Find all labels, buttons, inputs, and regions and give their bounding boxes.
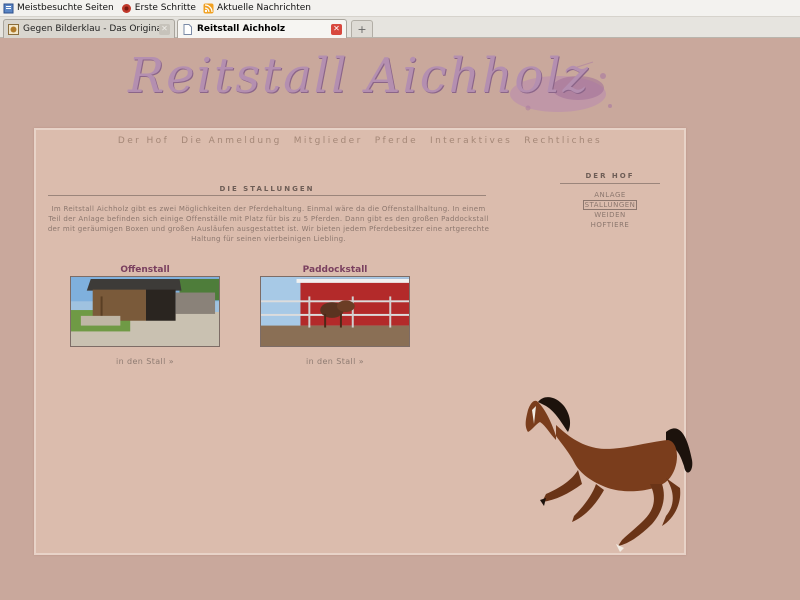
close-tab-icon[interactable]: ✕ [331,23,342,35]
firefox-icon [121,3,131,13]
stall-card-paddockstall: Paddockstall in den Stall » [259,265,411,366]
stall-link[interactable]: in den Stall » [69,357,221,366]
offenstall-photo[interactable] [70,276,220,347]
nav-item-der-hof[interactable]: Der Hof [118,136,169,146]
sidebar-item-stallungen: STALLUNGEN [560,200,660,210]
bookmark-getting-started[interactable]: Erste Schritte [121,3,196,14]
bookmark-label: Meistbesuchte Seiten [17,3,114,13]
tab-bar: Gegen Bilderklau - Das Original | Bewer.… [0,17,800,38]
bookmark-label: Aktuelle Nachrichten [216,3,311,13]
site-logo: Reitstall Aichholz [128,48,612,122]
stall-title: Offenstall [120,265,170,275]
close-tab-icon[interactable]: ✕ [159,23,170,35]
logo-text: Reitstall Aichholz [128,48,590,104]
nav-item-die-anmeldung[interactable]: Die Anmeldung [181,136,282,146]
sidebar-item-weiden: WEIDEN [560,210,660,220]
sidebar-link-hoftiere[interactable]: HOFTIERE [591,221,630,229]
tab-bilderklau[interactable]: Gegen Bilderklau - Das Original | Bewer.… [3,19,175,38]
intro-paragraph: Im Reitstall Aichholz gibt es zwei Mögli… [47,205,490,243]
sidebar-link-weiden[interactable]: WEIDEN [594,211,625,219]
site-favicon-icon [8,23,19,35]
tab-label: Gegen Bilderklau - Das Original | Bewer.… [23,24,159,34]
tab-label: Reitstall Aichholz [197,24,286,34]
sidebar-link-stallungen[interactable]: STALLUNGEN [582,200,638,210]
nav-item-interaktives[interactable]: Interaktives [430,136,512,146]
page-icon [183,23,192,35]
horse-illustration [525,397,693,552]
stall-link[interactable]: in den Stall » [259,357,411,366]
stall-title: Paddockstall [302,265,368,275]
rss-feed-icon [203,3,214,13]
sidebar-link-anlage[interactable]: ANLAGE [594,191,626,199]
sidebar: DER HOF ANLAGE STALLUNGEN WEIDEN HOFTIER… [560,172,660,230]
bookmark-latest-news[interactable]: Aktuelle Nachrichten [203,3,311,14]
stall-card-offenstall: Offenstall in den Stall » [69,265,221,366]
tab-reitstall[interactable]: Reitstall Aichholz ✕ [177,19,347,38]
sidebar-item-hoftiere: HOFTIERE [560,220,660,230]
new-tab-button[interactable]: + [351,20,373,37]
nav-item-pferde[interactable]: Pferde [375,136,418,146]
bookmark-label: Erste Schritte [134,3,196,13]
sidebar-item-anlage: ANLAGE [560,190,660,200]
bookmarks-toolbar: Meistbesuchte Seiten Erste Schritte Aktu… [0,0,800,17]
bookmark-page-icon [3,3,14,13]
main-navigation: Der Hof Die Anmeldung Mitglieder Pferde … [36,136,684,146]
nav-item-mitglieder[interactable]: Mitglieder [294,136,363,146]
nav-item-rechtliches[interactable]: Rechtliches [524,136,602,146]
paddockstall-photo[interactable] [260,276,410,347]
section-heading: DIE STALLUNGEN [48,185,486,196]
bookmark-most-visited[interactable]: Meistbesuchte Seiten [3,3,114,14]
sidebar-list: ANLAGE STALLUNGEN WEIDEN HOFTIERE [560,190,660,230]
sidebar-heading: DER HOF [560,172,660,184]
